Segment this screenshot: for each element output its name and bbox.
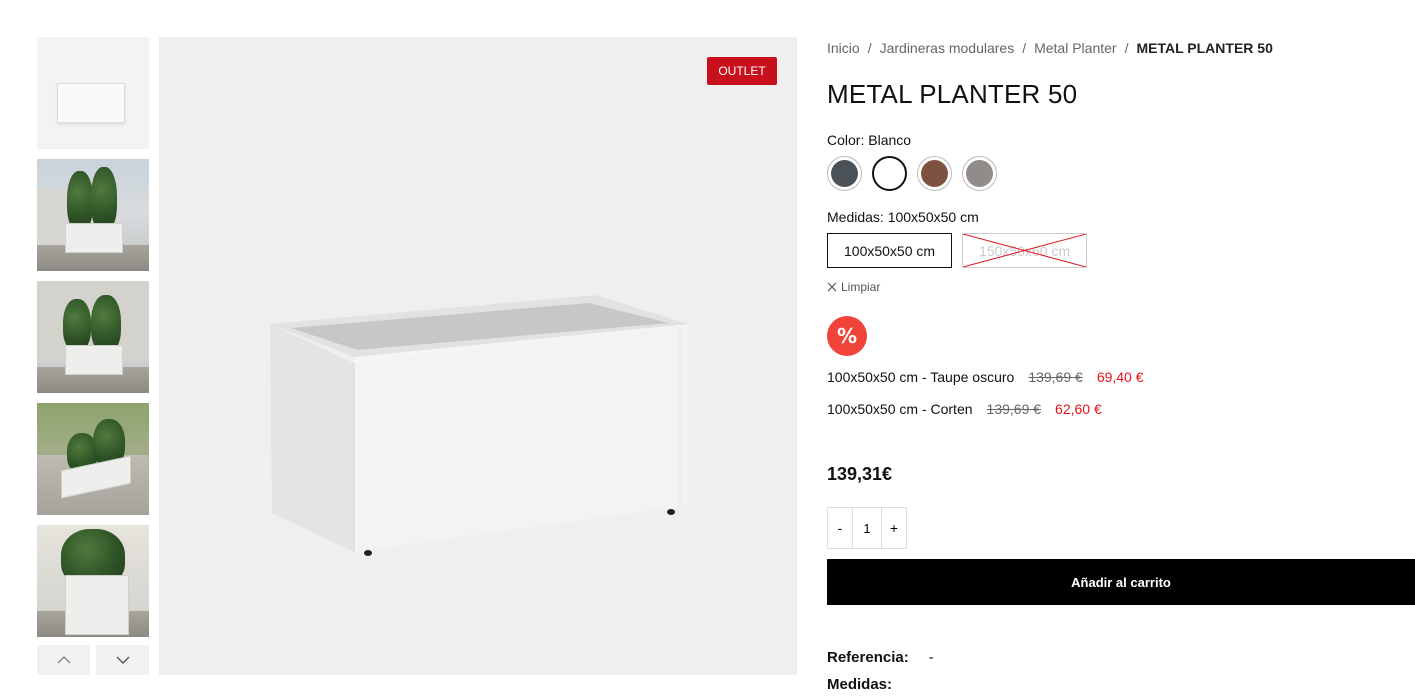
- size-label: Medidas:: [827, 209, 884, 225]
- swatch-blanco[interactable]: [872, 156, 907, 191]
- quantity-stepper: - +: [827, 507, 907, 549]
- size-option-150x50x60[interactable]: 150x50x60 cm: [962, 233, 1088, 268]
- product-info: Inicio / Jardineras modulares / Metal Pl…: [827, 37, 1415, 696]
- main-product-image[interactable]: OUTLET: [159, 37, 797, 675]
- product-price: 139,31€: [827, 464, 893, 484]
- chevron-down-icon: [116, 656, 129, 664]
- thumbnail-3[interactable]: [37, 281, 149, 393]
- thumbnail-next-button[interactable]: [96, 645, 149, 675]
- offer-row[interactable]: 100x50x50 cm - Corten 139,69 € 62,60 €: [827, 398, 1415, 420]
- breadcrumb-link-inicio[interactable]: Inicio: [827, 40, 860, 56]
- swatch-taupe-oscuro[interactable]: [962, 156, 997, 191]
- add-to-cart-button[interactable]: Añadir al carrito: [827, 559, 1415, 605]
- clear-label: Limpiar: [841, 280, 881, 294]
- thumbnail-5[interactable]: [37, 525, 149, 637]
- reference-label: Referencia:: [827, 649, 909, 666]
- offer-label: 100x50x50 cm - Corten: [827, 401, 973, 417]
- breadcrumb-link-metal-planter[interactable]: Metal Planter: [1034, 40, 1116, 56]
- offer-new-price: 62,60 €: [1055, 401, 1102, 417]
- color-swatches: [827, 156, 1415, 191]
- size-option-100x50x50[interactable]: 100x50x50 cm: [827, 233, 953, 268]
- breadcrumb-link-jardineras[interactable]: Jardineras modulares: [880, 40, 1015, 56]
- thumbnail-1[interactable]: [37, 37, 149, 149]
- offer-new-price: 69,40 €: [1096, 369, 1144, 385]
- thumbnail-2[interactable]: [37, 159, 149, 271]
- discount-icon: %: [827, 316, 867, 356]
- color-value: Blanco: [868, 132, 912, 148]
- color-attribute-label: Color: Blanco: [827, 132, 1415, 148]
- breadcrumb: Inicio / Jardineras modulares / Metal Pl…: [827, 37, 1415, 59]
- offer-row[interactable]: 100x50x50 cm - Taupe oscuro 139,69 € 69,…: [827, 366, 1415, 388]
- breadcrumb-separator: /: [1124, 40, 1129, 56]
- quantity-input[interactable]: [852, 508, 882, 548]
- size-value: 100x50x50 cm: [887, 209, 979, 225]
- thumbnail-prev-button[interactable]: [37, 645, 90, 675]
- thumbnail-4[interactable]: [37, 403, 149, 515]
- size-meta-label: Medidas:: [827, 676, 893, 693]
- offer-old-price: 139,69 €: [986, 401, 1042, 417]
- quantity-increase-button[interactable]: +: [882, 508, 906, 548]
- offer-old-price: 139,69 €: [1028, 369, 1083, 385]
- thumbnail-list: [37, 37, 149, 647]
- quantity-decrease-button[interactable]: -: [828, 508, 852, 548]
- close-icon: [827, 282, 837, 292]
- reference-value: -: [928, 649, 934, 666]
- size-attribute-label: Medidas: 100x50x50 cm: [827, 209, 1415, 225]
- swatch-corten[interactable]: [917, 156, 952, 191]
- planter-image: [270, 295, 689, 556]
- color-label: Color:: [827, 132, 865, 148]
- chevron-up-icon: [57, 656, 70, 664]
- size-options: 100x50x50 cm 150x50x60 cm: [827, 233, 1415, 268]
- swatch-antracita[interactable]: [827, 156, 862, 191]
- reference-row: Referencia: -: [827, 649, 1415, 666]
- breadcrumb-separator: /: [1022, 40, 1027, 56]
- offer-label: 100x50x50 cm - Taupe oscuro: [827, 369, 1015, 385]
- unavailable-cross-icon: [963, 234, 1086, 267]
- breadcrumb-separator: /: [867, 40, 872, 56]
- outlet-badge: OUTLET: [707, 57, 777, 85]
- product-title: METAL PLANTER 50: [827, 79, 1078, 109]
- planter-image: [57, 83, 125, 123]
- thumbnail-nav: [37, 645, 149, 675]
- clear-selection-link[interactable]: Limpiar: [827, 280, 1415, 294]
- breadcrumb-current: METAL PLANTER 50: [1136, 40, 1273, 56]
